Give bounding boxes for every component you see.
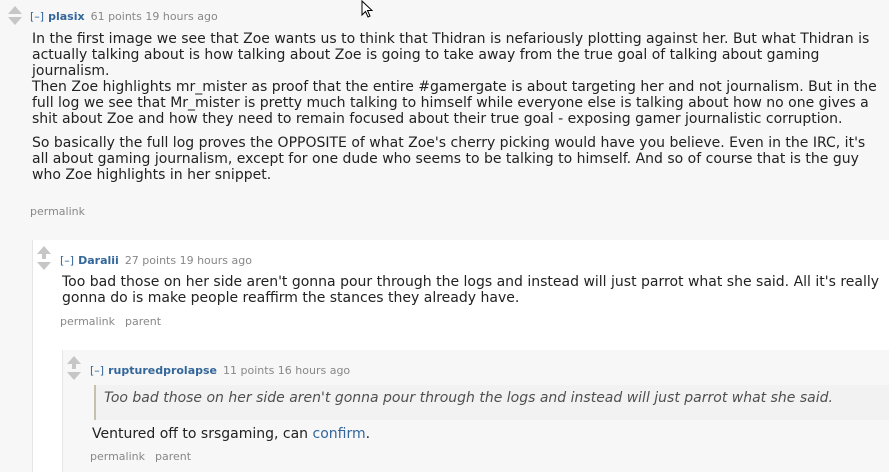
downvote-arrow-icon[interactable] [37, 262, 51, 270]
mouse-pointer-icon [361, 0, 373, 18]
comment-actions: permalink parent [60, 315, 171, 328]
comment-tagline: [–] Daralii 27 points 19 hours ago [60, 254, 252, 267]
comment-points: 27 points [124, 254, 177, 267]
confirm-link[interactable]: confirm [313, 426, 366, 442]
comment-body: Ventured off to srsgaming, can confirm. [92, 426, 872, 442]
comment-body: In the first image we see that Zoe wants… [32, 31, 877, 191]
comment-author[interactable]: plasix [48, 10, 84, 23]
comment-actions: permalink parent [90, 450, 201, 463]
parent-link[interactable]: parent [125, 315, 161, 328]
comment-text: Ventured off to srsgaming, can [92, 426, 313, 442]
comment-paragraph: Then Zoe highlights mr_mister as proof t… [32, 79, 877, 127]
comment-time: 16 hours ago [277, 364, 351, 377]
parent-link[interactable]: parent [155, 450, 191, 463]
comment-tagline: [–] plasix 61 points 19 hours ago [30, 10, 218, 23]
downvote-arrow-icon[interactable] [8, 17, 22, 25]
comment-paragraph: In the first image we see that Zoe wants… [32, 31, 870, 79]
downvote-arrow-icon[interactable] [67, 372, 81, 380]
upvote-arrow-icon[interactable] [67, 356, 81, 364]
vote-buttons [37, 246, 53, 270]
blockquote: Too bad those on her side aren't gonna p… [94, 385, 889, 420]
permalink-link[interactable]: permalink [90, 450, 145, 463]
comment-points: 61 points [90, 10, 142, 23]
permalink-link[interactable]: permalink [30, 205, 85, 218]
comment-text-end: . [365, 426, 371, 442]
comment-paragraph: So basically the full log proves the OPP… [32, 135, 866, 183]
comment-tagline: [–] rupturedprolapse 11 points 16 hours ag… [90, 364, 350, 377]
vote-buttons [8, 6, 24, 25]
permalink-link[interactable]: permalink [60, 315, 115, 328]
vote-buttons [67, 356, 83, 380]
upvote-arrow-icon[interactable] [37, 246, 51, 254]
comment-author[interactable]: Daralii [78, 254, 119, 267]
comment-body: Too bad those on her side aren't gonna p… [62, 274, 880, 306]
comment-time: 19 hours ago [145, 10, 218, 23]
upvote-arrow-icon[interactable] [8, 6, 22, 14]
comment-points: 11 points [223, 364, 275, 377]
collapse-toggle[interactable]: [–] [90, 364, 104, 377]
comment-author[interactable]: rupturedprolapse [108, 364, 217, 377]
comment-time: 19 hours ago [179, 254, 252, 267]
comment-actions: permalink [30, 205, 95, 218]
collapse-toggle[interactable]: [–] [30, 10, 44, 23]
collapse-toggle[interactable]: [–] [60, 254, 74, 267]
